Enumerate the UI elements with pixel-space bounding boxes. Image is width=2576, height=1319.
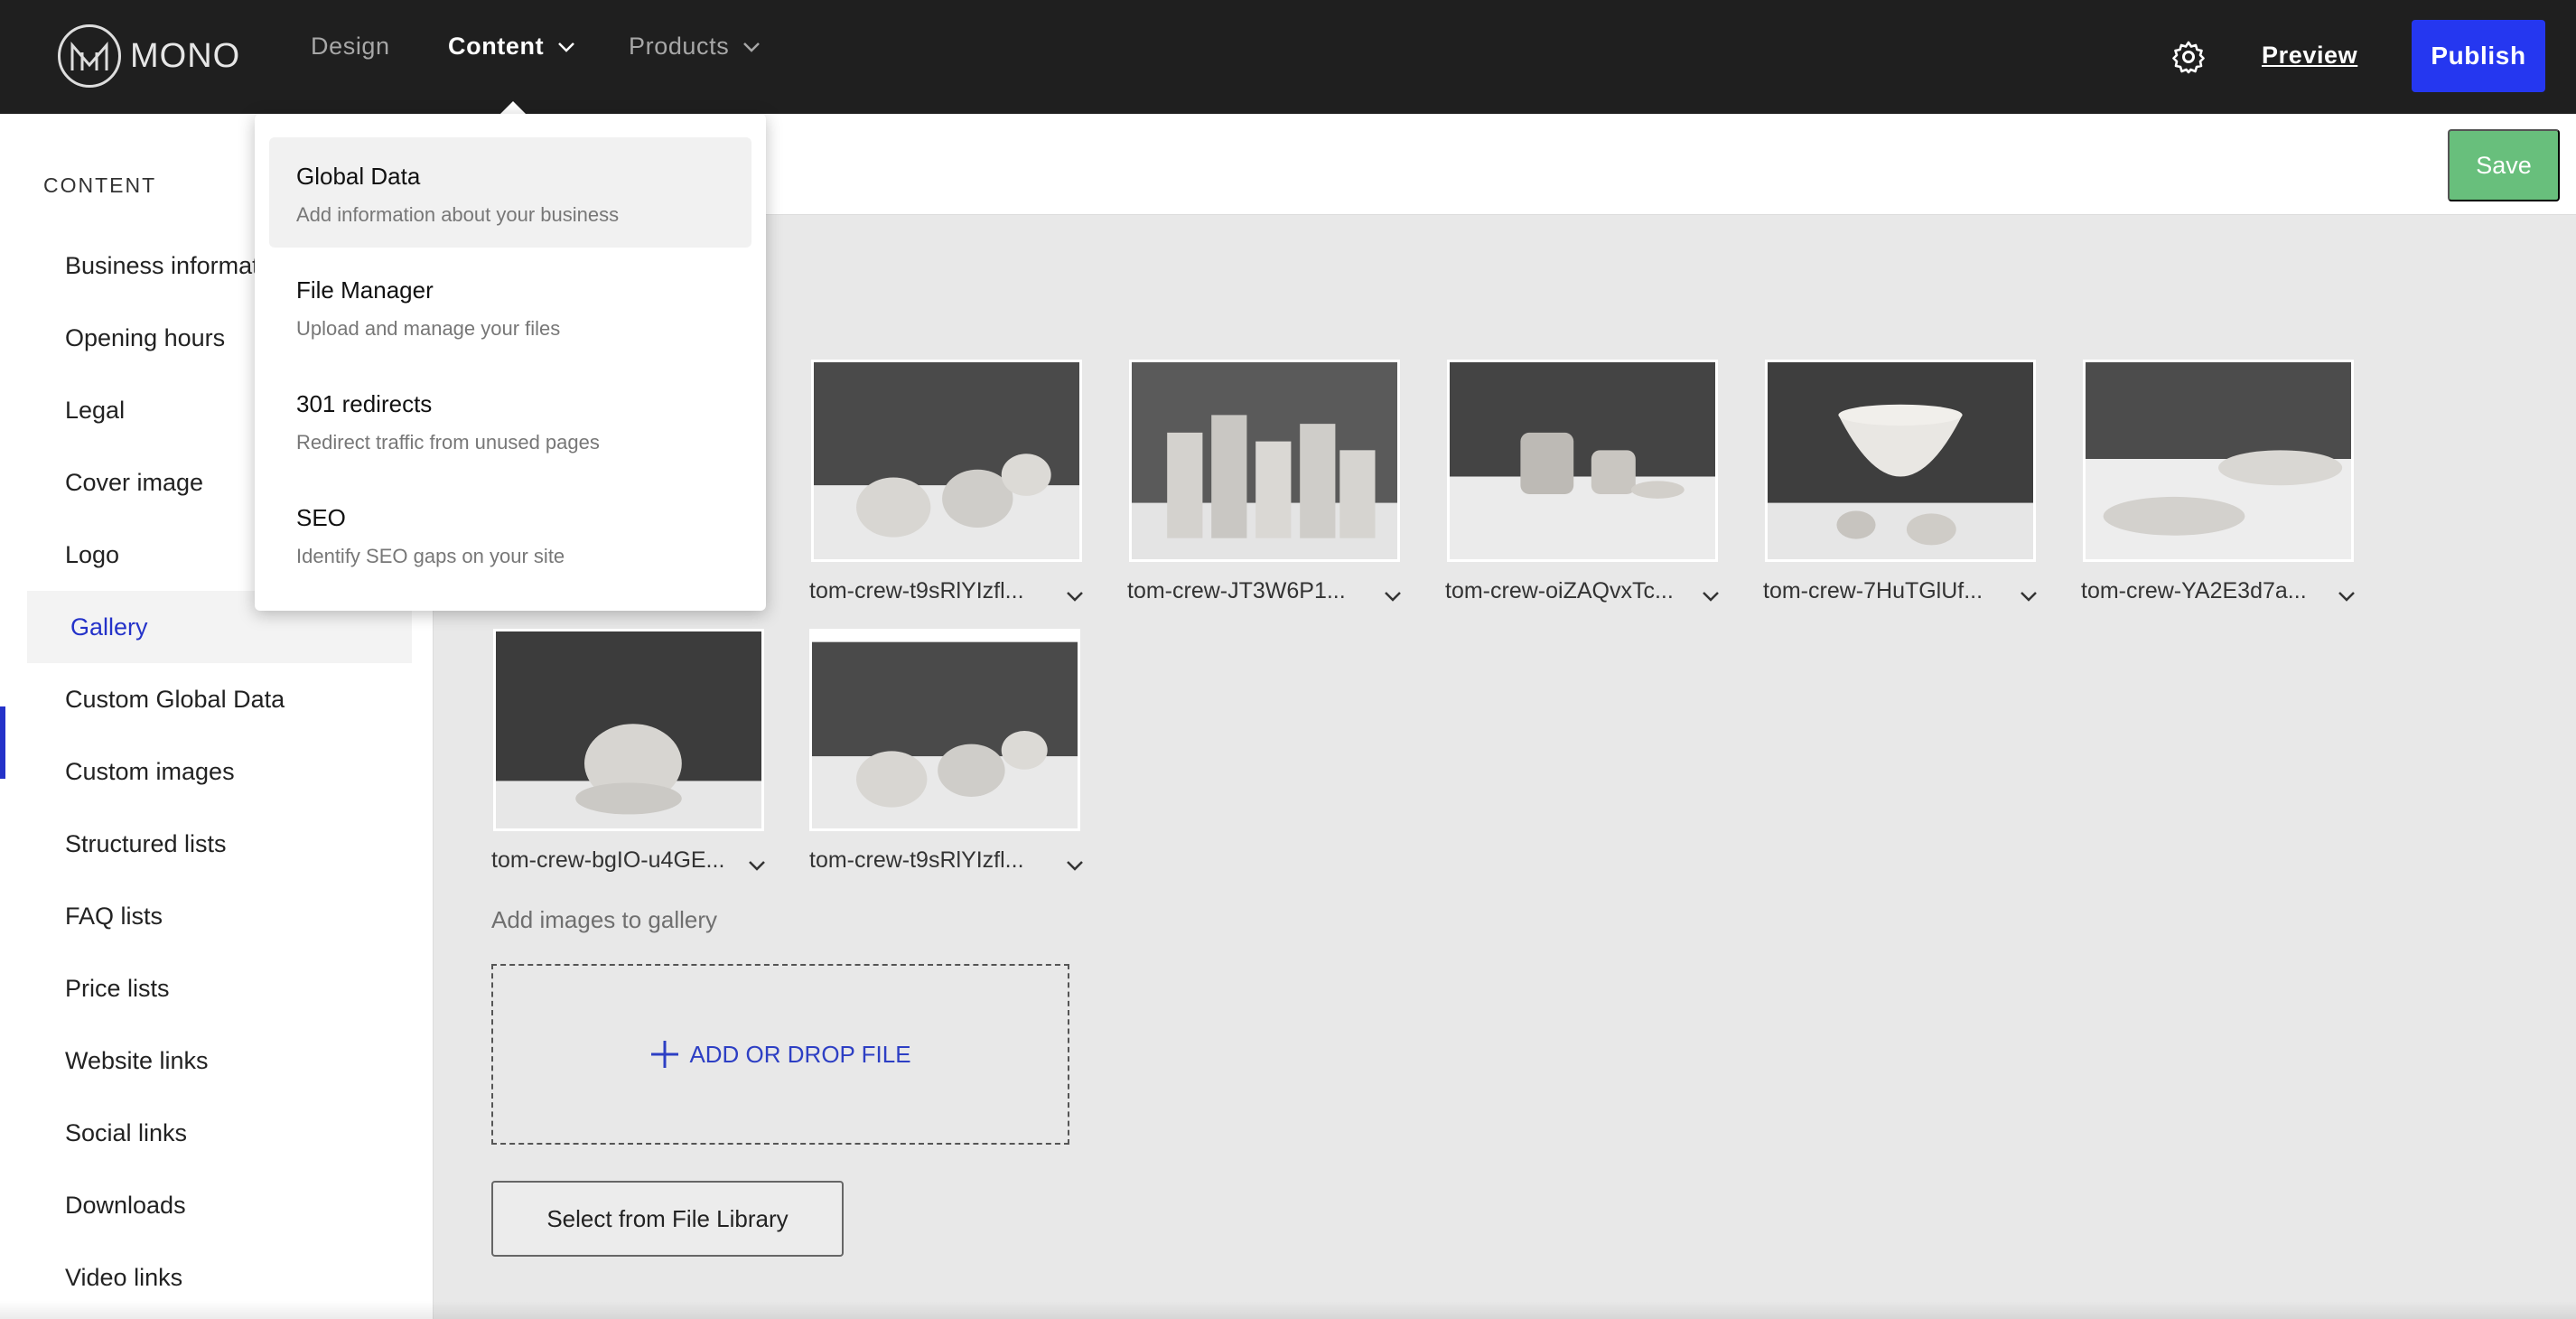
- sidebar-item-price-lists[interactable]: Price lists: [27, 952, 412, 1024]
- sidebar-item-structured-lists[interactable]: Structured lists: [27, 808, 412, 880]
- gallery-image-caption[interactable]: tom-crew-7HuTGlUf...: [1763, 573, 2052, 609]
- menu-item-title: 301 redirects: [296, 390, 433, 417]
- nav-content[interactable]: Content: [448, 33, 578, 61]
- image-name: tom-crew-t9sRlYIzfl...: [809, 847, 1024, 873]
- menu-item-description: Redirect traffic from unused pages: [296, 431, 600, 454]
- nav-content-label: Content: [448, 33, 545, 60]
- sidebar-item-social-links[interactable]: Social links: [27, 1097, 412, 1169]
- gallery-image-thumbnail[interactable]: [811, 360, 1082, 562]
- active-indicator: [0, 706, 5, 779]
- menu-item-description: Add information about your business: [296, 203, 620, 226]
- logo-text: MONO: [130, 36, 241, 75]
- nav-products[interactable]: Products: [629, 33, 763, 61]
- chevron-down-icon: [743, 42, 761, 52]
- chevron-down-icon[interactable]: [2334, 584, 2359, 609]
- image-name: tom-crew-t9sRlYIzfl...: [809, 577, 1024, 603]
- chevron-down-icon[interactable]: [1698, 584, 1723, 609]
- chevron-down-icon[interactable]: [1380, 584, 1405, 609]
- sidebar-item-custom-images[interactable]: Custom images: [27, 735, 412, 808]
- sidebar-item-custom-global-data[interactable]: Custom Global Data: [27, 663, 412, 735]
- select-from-library-button[interactable]: Select from File Library: [491, 1181, 844, 1257]
- menu-item-file-manager[interactable]: File Manager Upload and manage your file…: [269, 251, 751, 361]
- gallery-image-caption[interactable]: tom-crew-oiZAQvxTc...: [1445, 573, 1734, 609]
- image-name: tom-crew-YA2E3d7a...: [2081, 577, 2307, 603]
- nav-design-label: Design: [311, 33, 390, 60]
- bottom-shadow: [0, 1301, 2576, 1319]
- add-images-label: Add images to gallery: [491, 906, 718, 933]
- plus-icon: [651, 1041, 679, 1068]
- nav-design[interactable]: Design: [311, 33, 390, 61]
- dropzone-label: ADD OR DROP FILE: [689, 1040, 911, 1068]
- chevron-down-icon[interactable]: [1062, 584, 1087, 609]
- gallery-image-thumbnail[interactable]: [1129, 360, 1400, 562]
- image-name: tom-crew-oiZAQvxTc...: [1445, 577, 1674, 603]
- menu-item-title: SEO: [296, 504, 346, 531]
- gallery-image-caption[interactable]: tom-crew-JT3W6P1...: [1127, 573, 1416, 609]
- gear-icon[interactable]: [2171, 40, 2206, 74]
- gallery-image-thumbnail[interactable]: [2083, 360, 2354, 562]
- sidebar-item-downloads[interactable]: Downloads: [27, 1169, 412, 1241]
- sidebar-heading: CONTENT: [43, 173, 157, 197]
- menu-item-301-redirects[interactable]: 301 redirects Redirect traffic from unus…: [269, 365, 751, 475]
- image-name: tom-crew-JT3W6P1...: [1127, 577, 1346, 603]
- content-dropdown-menu: Global Data Add information about your b…: [255, 114, 766, 611]
- gallery-image-caption[interactable]: tom-crew-t9sRlYIzfl...: [809, 573, 1098, 609]
- top-bar: MONO Design Content Products Preview Pub…: [0, 0, 2576, 114]
- sidebar-item-faq-lists[interactable]: FAQ lists: [27, 880, 412, 952]
- image-name: tom-crew-7HuTGlUf...: [1763, 577, 1983, 603]
- gallery-image-caption[interactable]: tom-crew-bgIO-u4GE...: [491, 842, 780, 878]
- preview-link[interactable]: Preview: [2262, 42, 2357, 70]
- gallery-image-thumbnail[interactable]: [809, 629, 1080, 831]
- image-name: tom-crew-bgIO-u4GE...: [491, 847, 725, 873]
- chevron-down-icon[interactable]: [2016, 584, 2041, 609]
- chevron-down-icon[interactable]: [1062, 853, 1087, 878]
- menu-item-description: Upload and manage your files: [296, 317, 561, 340]
- menu-item-description: Identify SEO gaps on your site: [296, 545, 565, 567]
- menu-item-global-data[interactable]: Global Data Add information about your b…: [269, 137, 751, 248]
- gallery-image-caption[interactable]: tom-crew-t9sRlYIzfl...: [809, 842, 1098, 878]
- chevron-down-icon[interactable]: [744, 853, 770, 878]
- menu-item-title: Global Data: [296, 163, 421, 190]
- file-dropzone[interactable]: ADD OR DROP FILE: [491, 964, 1069, 1145]
- sidebar-item-website-links[interactable]: Website links: [27, 1024, 412, 1097]
- gallery-image-thumbnail[interactable]: [1765, 360, 2036, 562]
- nav-products-label: Products: [629, 33, 730, 60]
- chevron-down-icon: [558, 42, 575, 52]
- logo-mark-icon: [58, 24, 121, 88]
- logo[interactable]: MONO: [58, 23, 240, 89]
- gallery-image-caption[interactable]: tom-crew-YA2E3d7a...: [2081, 573, 2370, 609]
- gallery-image-thumbnail[interactable]: [1447, 360, 1718, 562]
- gallery-image-thumbnail[interactable]: [493, 629, 764, 831]
- menu-item-seo[interactable]: SEO Identify SEO gaps on your site: [269, 479, 751, 589]
- menu-item-title: File Manager: [296, 276, 434, 304]
- publish-button[interactable]: Publish: [2412, 20, 2545, 92]
- save-button[interactable]: Save: [2448, 129, 2560, 201]
